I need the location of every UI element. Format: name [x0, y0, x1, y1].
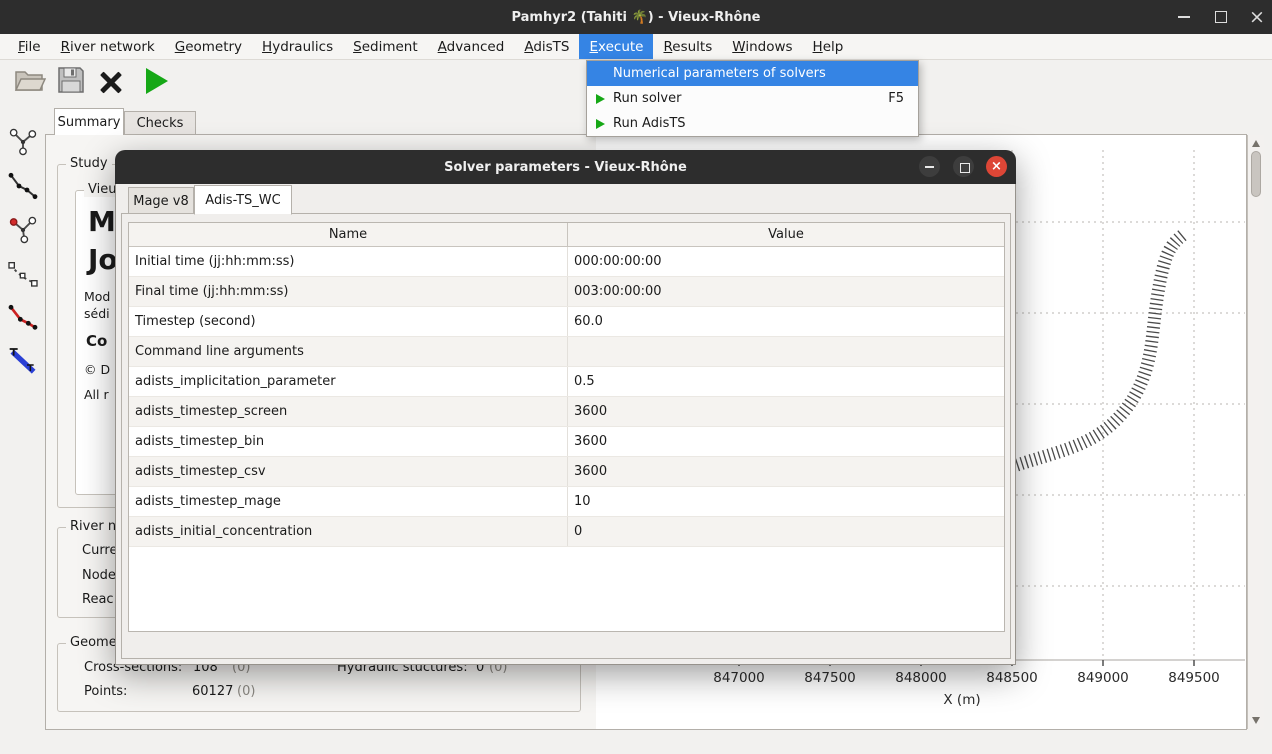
- menu-hydraulics[interactable]: Hydraulics: [252, 34, 343, 59]
- geometry-group-title: Geome: [66, 635, 121, 650]
- dialog-minimize-icon[interactable]: [919, 156, 940, 177]
- minimize-icon[interactable]: [1178, 16, 1190, 18]
- close-icon[interactable]: ×: [1247, 5, 1267, 29]
- table-row[interactable]: adists_timestep_csv 3600: [129, 457, 1004, 487]
- open-button[interactable]: [14, 66, 46, 98]
- menu-item-run-solver[interactable]: Run solver F5: [587, 86, 918, 111]
- tab-checks[interactable]: Checks: [124, 111, 196, 135]
- run-solver-button[interactable]: [146, 68, 168, 94]
- study-headline-1: M: [88, 205, 116, 238]
- window-title: Pamhyr2 (Tahiti 🌴) - Vieux-Rhône: [511, 10, 760, 25]
- network-node-icon[interactable]: [7, 214, 39, 250]
- dialog-close-icon[interactable]: ×: [986, 156, 1007, 177]
- menu-file[interactable]: File: [8, 34, 51, 59]
- play-icon: [596, 119, 605, 129]
- play-icon: [596, 94, 605, 104]
- study-copyright: © D: [84, 362, 110, 377]
- run-solver-icon: [146, 68, 168, 94]
- save-icon: [56, 80, 86, 99]
- river-cross-sections-path: [1008, 234, 1184, 468]
- scroll-down-icon[interactable]: [1252, 717, 1260, 724]
- menu-advanced[interactable]: Advanced: [428, 34, 515, 59]
- table-row[interactable]: Initial time (jj:hh:mm:ss) 000:00:00:00: [129, 247, 1004, 277]
- tab-summary[interactable]: Summary: [54, 108, 124, 135]
- menu-geometry[interactable]: Geometry: [165, 34, 252, 59]
- menu-sediment[interactable]: Sediment: [343, 34, 428, 59]
- longitudinal-profile-icon[interactable]: [7, 170, 39, 206]
- points-label: Points:: [84, 684, 127, 699]
- dialog-titlebar[interactable]: Solver parameters - Vieux-Rhône ×: [115, 150, 1016, 184]
- points-extra: (0): [237, 684, 255, 699]
- study-desc-1: Mod: [84, 289, 110, 304]
- river-line-reaches: Reac: [82, 592, 114, 607]
- close-study-button[interactable]: [98, 69, 124, 95]
- scroll-up-icon[interactable]: [1252, 140, 1260, 147]
- menu-results[interactable]: Results: [653, 34, 722, 59]
- translation-icon[interactable]: [7, 345, 39, 381]
- points-value: 60127: [192, 684, 233, 699]
- run-solver-shortcut: F5: [888, 86, 904, 111]
- menu-item-run-adists[interactable]: Run AdisTS: [587, 111, 918, 136]
- river-line-nodes: Node: [82, 568, 116, 583]
- menubar: File River network Geometry Hydraulics S…: [0, 34, 1272, 60]
- dialog-maximize-icon[interactable]: [953, 156, 974, 177]
- table-row[interactable]: adists_timestep_bin 3600: [129, 427, 1004, 457]
- menu-river-network[interactable]: River network: [51, 34, 165, 59]
- dashed-profile-icon[interactable]: [7, 258, 39, 294]
- menu-execute[interactable]: Execute: [579, 34, 653, 59]
- dialog-title: Solver parameters - Vieux-Rhône: [444, 160, 687, 175]
- menu-windows[interactable]: Windows: [722, 34, 802, 59]
- table-row[interactable]: Command line arguments: [129, 337, 1004, 367]
- menu-help[interactable]: Help: [803, 34, 854, 59]
- scrollbar-thumb[interactable]: [1251, 151, 1261, 197]
- solver-parameters-dialog: Solver parameters - Vieux-Rhône × Mage v…: [115, 150, 1016, 665]
- header-name[interactable]: Name: [129, 223, 568, 246]
- maximize-icon[interactable]: [1215, 11, 1227, 23]
- study-subhead: Co: [86, 332, 107, 350]
- table-row[interactable]: Final time (jj:hh:mm:ss) 003:00:00:00: [129, 277, 1004, 307]
- close-study-icon: [98, 69, 124, 95]
- pamhyr2-app: { "window": { "title": "Pamhyr2 (Tahiti …: [0, 0, 1272, 754]
- window-titlebar: Pamhyr2 (Tahiti 🌴) - Vieux-Rhône ×: [0, 0, 1272, 34]
- execute-dropdown-menu: Numerical parameters of solvers Run solv…: [586, 60, 919, 137]
- dialog-tab-mage-v8[interactable]: Mage v8: [128, 187, 194, 214]
- river-network-group-title: River n: [66, 519, 120, 534]
- table-row[interactable]: adists_initial_concentration 0: [129, 517, 1004, 547]
- dialog-tab-adis-ts-wc[interactable]: Adis-TS_WC: [194, 185, 292, 215]
- menu-item-numerical-parameters[interactable]: Numerical parameters of solvers: [587, 61, 918, 86]
- open-folder-icon: [14, 79, 46, 98]
- save-button[interactable]: [56, 65, 86, 99]
- table-header: Name Value: [129, 223, 1004, 247]
- vertical-scrollbar[interactable]: [1247, 135, 1264, 729]
- table-row[interactable]: adists_timestep_mage 10: [129, 487, 1004, 517]
- table-row[interactable]: adists_implicitation_parameter 0.5: [129, 367, 1004, 397]
- study-desc-2: sédi: [84, 306, 110, 321]
- table-row[interactable]: adists_timestep_screen 3600: [129, 397, 1004, 427]
- study-headline-2: Jo: [88, 243, 118, 276]
- hydrograph-icon[interactable]: [7, 302, 39, 338]
- parameters-table: Name Value Initial time (jj:hh:mm:ss) 00…: [128, 222, 1005, 632]
- river-line-current: Curre: [82, 543, 118, 558]
- table-row[interactable]: Timestep (second) 60.0: [129, 307, 1004, 337]
- header-value[interactable]: Value: [568, 223, 1004, 246]
- study-rights: All r: [84, 387, 109, 402]
- river-network-icon[interactable]: [7, 126, 39, 162]
- study-group-title: Study: [66, 156, 112, 171]
- menu-adists[interactable]: AdisTS: [514, 34, 579, 59]
- dialog-body: Mage v8 Adis-TS_WC Name Value Initial ti…: [115, 184, 1016, 665]
